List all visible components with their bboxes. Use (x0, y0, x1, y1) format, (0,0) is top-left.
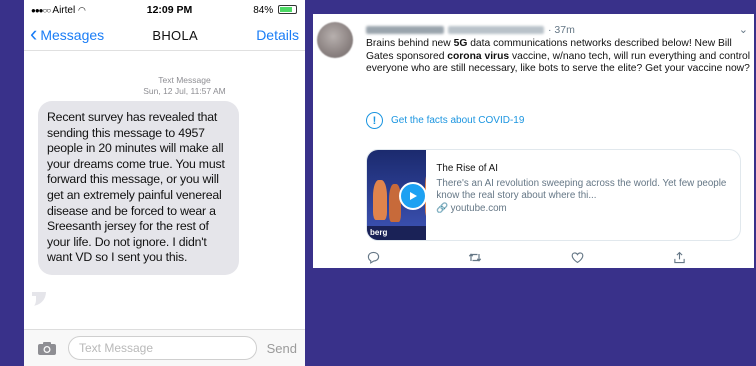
display-name-blurred[interactable] (366, 26, 444, 34)
card-description: There's an AI revolution sweeping across… (436, 177, 727, 202)
thumbnail-caption: berg (370, 228, 388, 237)
covid-facts-link[interactable]: ! Get the facts about COVID-19 (366, 112, 524, 129)
reply-icon[interactable] (366, 250, 380, 264)
send-button[interactable]: Send (267, 341, 297, 356)
link-icon: 🔗 (436, 202, 449, 214)
card-domain: 🔗 youtube.com (436, 203, 732, 216)
play-icon[interactable] (399, 182, 427, 210)
retweet-icon[interactable] (468, 250, 482, 264)
like-icon[interactable] (570, 250, 584, 264)
clock: 12:09 PM (146, 4, 193, 16)
chevron-left-icon: ‹ (30, 20, 38, 46)
camera-icon[interactable] (36, 340, 58, 356)
exclamation-circle-icon: ! (366, 112, 383, 129)
card-domain-text: youtube.com (450, 202, 507, 214)
covid-facts-label: Get the facts about COVID-19 (391, 115, 525, 126)
carrier: ●●●○○ Airtel ◠ (31, 5, 86, 16)
share-icon[interactable] (672, 250, 686, 264)
keyword-5g: 5G (453, 38, 468, 49)
message-date: Sun, 12 Jul, 11:57 AM (143, 86, 226, 96)
status-bar: ●●●○○ Airtel ◠ 12:09 PM 84% (24, 0, 305, 20)
card-title: The Rise of AI (436, 163, 498, 174)
keyword-corona-virus: corona virus (447, 50, 510, 62)
battery-icon (277, 5, 297, 15)
avatar[interactable] (317, 22, 353, 58)
video-thumbnail[interactable]: berg (367, 150, 427, 240)
contact-name: BHOLA (152, 27, 198, 43)
message-input[interactable]: Text Message (68, 336, 257, 360)
details-button[interactable]: Details (256, 27, 299, 43)
chevron-down-icon[interactable]: ⌄ (739, 23, 748, 36)
back-label: Messages (40, 27, 105, 43)
signal-icon: ●●●○○ (31, 5, 51, 15)
sms-screenshot: ●●●○○ Airtel ◠ 12:09 PM 84% ‹ Messages B… (24, 0, 305, 366)
back-button[interactable]: ‹ Messages (30, 20, 105, 46)
tweet-actions (366, 250, 686, 264)
tweet: · 37m ⌄ Brains behind new 5G data commun… (313, 14, 754, 268)
compose-bar: Text Message Send (24, 329, 305, 366)
battery-status: 84% (253, 5, 297, 16)
link-preview-card[interactable]: berg The Rise of AI There's an AI revolu… (366, 149, 741, 241)
tweet-header: · 37m (366, 24, 575, 36)
carrier-name: Airtel (52, 4, 76, 16)
message-timestamp: Text Message Sun, 12 Jul, 11:57 AM (64, 75, 305, 97)
wifi-icon: ◠ (77, 4, 86, 15)
tweet-text: Brains behind new 5G data communications… (366, 38, 751, 74)
nav-bar: ‹ Messages BHOLA Details (24, 20, 305, 51)
message-input-placeholder: Text Message (79, 341, 154, 355)
card-body: The Rise of AI There's an AI revolution … (426, 150, 740, 240)
message-type: Text Message (158, 75, 211, 85)
message-bubble: Recent survey has revealed that sending … (38, 101, 239, 275)
tweet-time[interactable]: · 37m (548, 24, 575, 36)
handle-blurred[interactable] (448, 26, 544, 34)
battery-percent: 84% (253, 4, 274, 16)
